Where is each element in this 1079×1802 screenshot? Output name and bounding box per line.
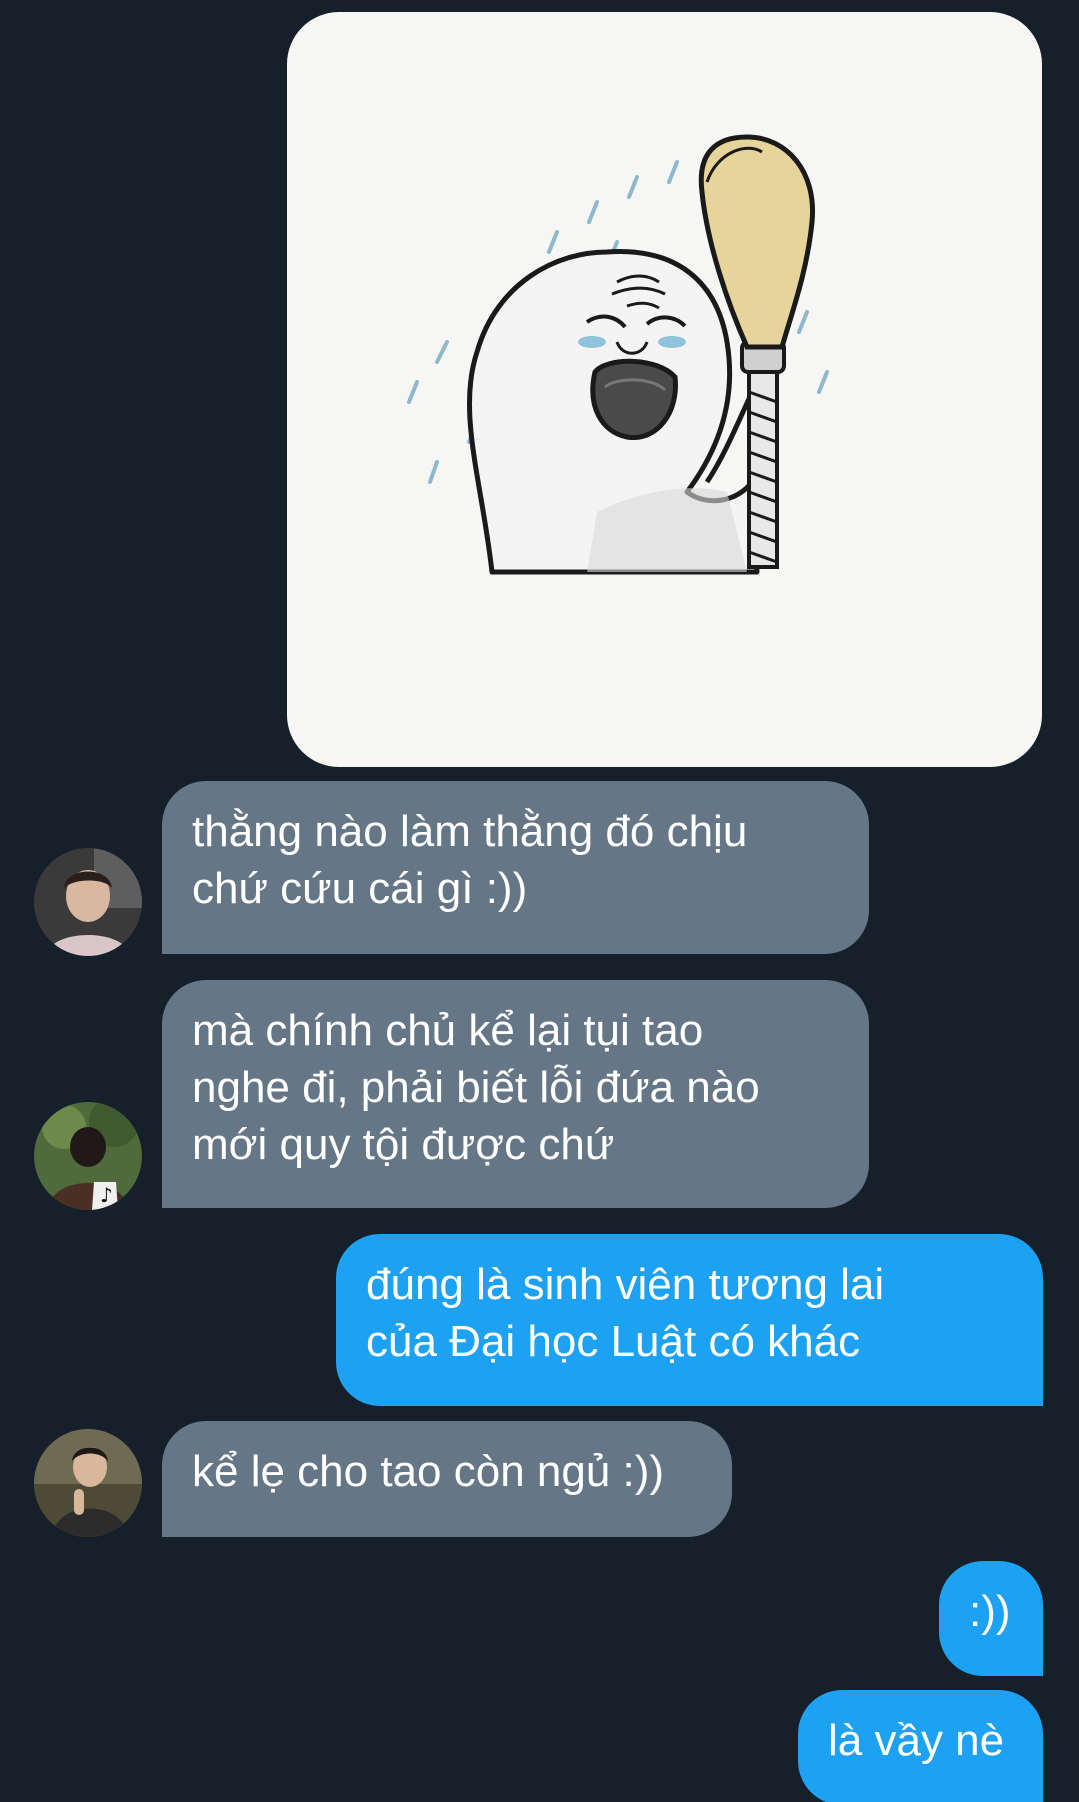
image-message[interactable] [287, 12, 1042, 767]
incoming-message-bubble[interactable]: mà chính chủ kể lại tụi tao nghe đi, phả… [162, 980, 869, 1208]
user-photo-icon [34, 848, 142, 956]
outgoing-message-bubble[interactable]: đúng là sinh viên tương lai của Đại học … [336, 1234, 1043, 1406]
crying-shower-meme-image [407, 134, 829, 575]
incoming-message-bubble[interactable]: thằng nào làm thằng đó chịu chứ cứu cái … [162, 781, 869, 954]
avatar[interactable] [34, 1429, 142, 1537]
user-photo-icon: ♪ [34, 1102, 142, 1210]
avatar[interactable]: ♪ [34, 1102, 142, 1210]
svg-text:♪: ♪ [100, 1183, 113, 1207]
chat-thread: thằng nào làm thằng đó chịu chứ cứu cái … [0, 0, 1079, 1802]
avatar[interactable] [34, 848, 142, 956]
incoming-message-bubble[interactable]: kể lẹ cho tao còn ngủ :)) [162, 1421, 732, 1537]
outgoing-message-bubble[interactable]: là vầy nè [798, 1690, 1043, 1802]
outgoing-message-bubble[interactable]: :)) [939, 1561, 1043, 1676]
user-photo-icon [34, 1429, 142, 1537]
